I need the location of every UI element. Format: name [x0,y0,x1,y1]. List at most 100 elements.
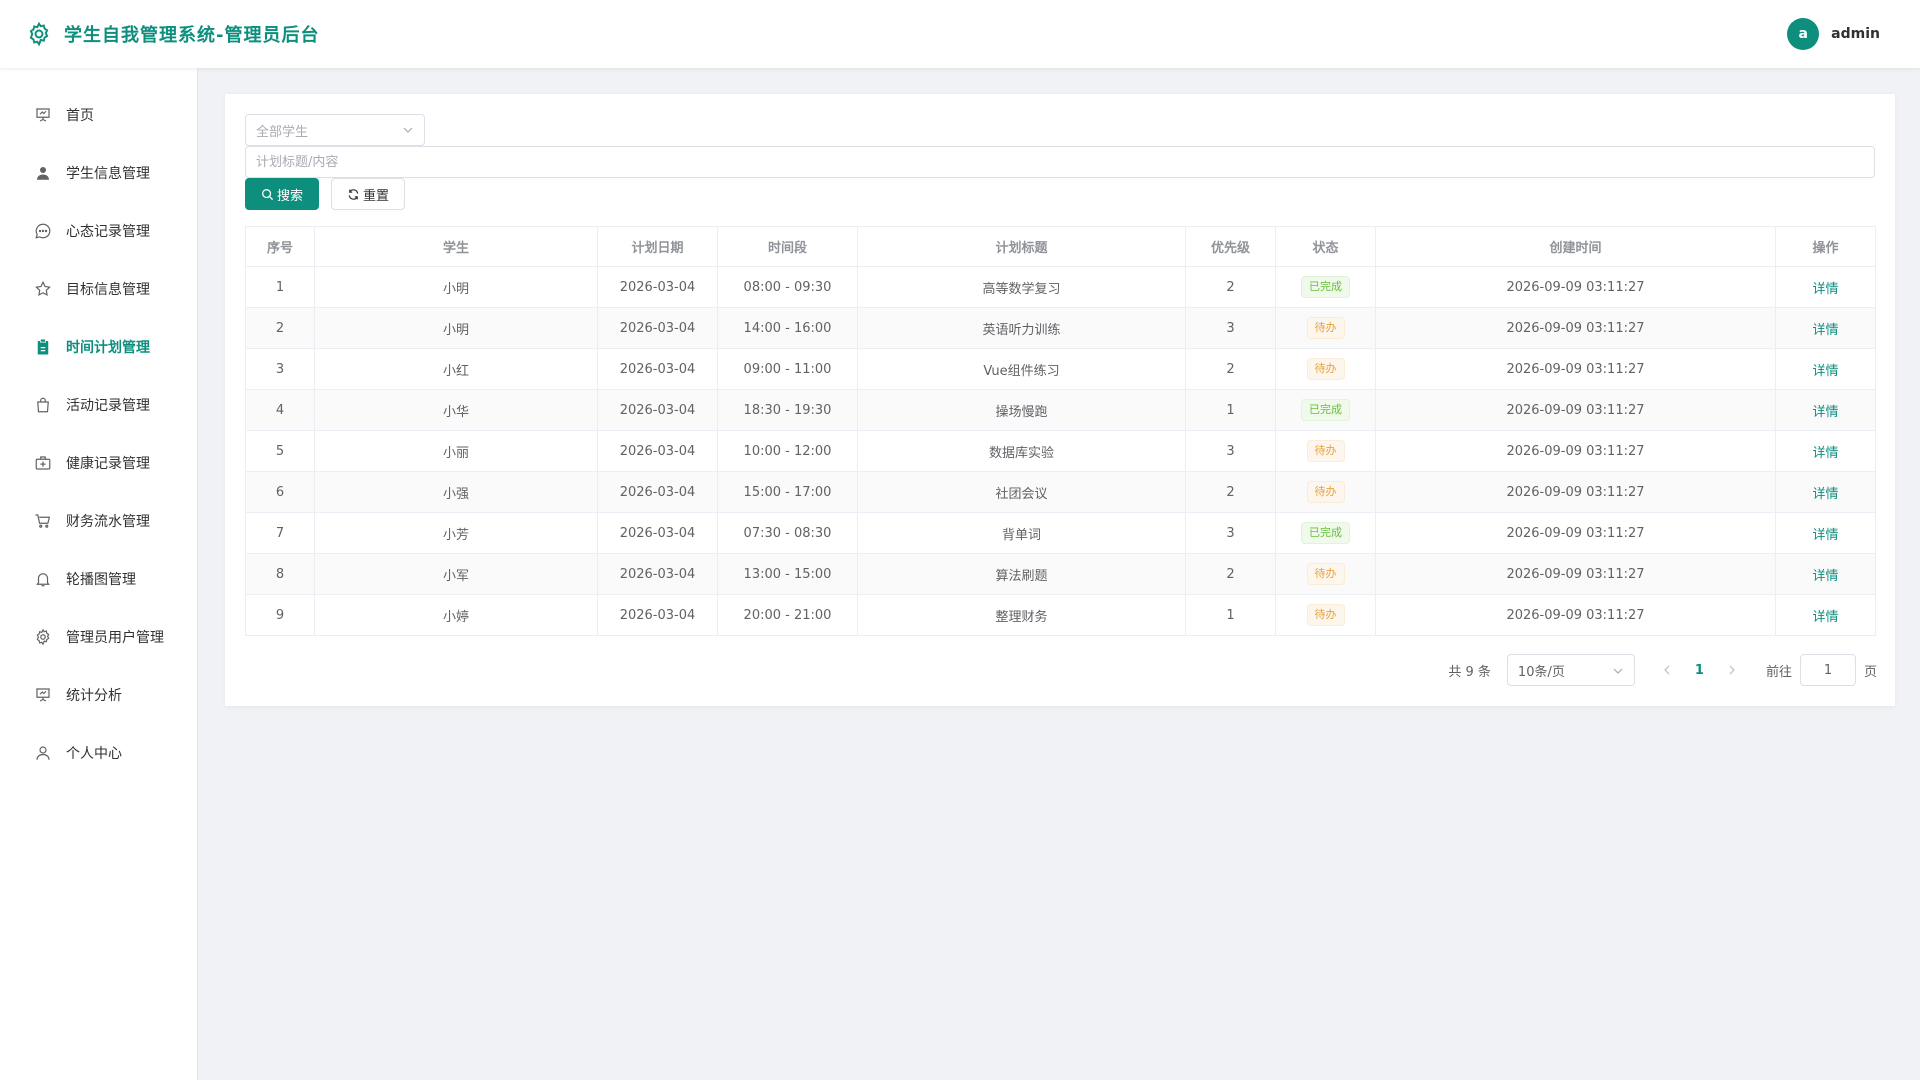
status-badge: 已完成 [1301,522,1350,544]
cell-index: 7 [245,512,315,554]
cell-index: 2 [245,307,315,349]
detail-link[interactable]: 详情 [1812,364,1838,379]
detail-link[interactable]: 详情 [1812,405,1838,420]
cell-status: 待办 [1275,594,1376,636]
cell-status: 待办 [1275,553,1376,595]
sidebar-item-label: 活动记录管理 [66,398,150,414]
cell-student: 小华 [314,389,598,431]
sidebar-item-label: 健康记录管理 [66,456,150,472]
clipboard-icon [37,339,49,355]
cell-status: 待办 [1275,471,1376,513]
sidebar-item-label: 首页 [66,108,94,124]
detail-link[interactable]: 详情 [1812,610,1838,625]
sidebar-item-profile[interactable]: 个人中心 [0,724,197,782]
sidebar-item-finance[interactable]: 财务流水管理 [0,492,197,550]
column-header: 计划标题 [857,226,1186,267]
username[interactable]: admin [1831,26,1880,42]
cell-date: 2026-03-04 [597,266,718,308]
cell-student: 小芳 [314,512,598,554]
cell-date: 2026-03-04 [597,389,718,431]
cell-status: 待办 [1275,307,1376,349]
cell-student: 小明 [314,266,598,308]
sidebar-item-students[interactable]: 学生信息管理 [0,144,197,202]
page-size-value: 10条/页 [1517,664,1565,680]
gear-logo-icon [29,21,49,47]
table-row: 1 小明 2026-03-04 08:00 - 09:30 高等数学复习 2 已… [245,266,1876,308]
cell-date: 2026-03-04 [597,594,718,636]
sidebar-item-label: 财务流水管理 [66,514,150,530]
cell-priority: 2 [1185,471,1276,513]
status-badge: 待办 [1306,358,1345,380]
sidebar-item-goals[interactable]: 目标信息管理 [0,260,197,318]
page-size-select[interactable]: 10条/页 [1506,654,1635,686]
keyword-input[interactable] [245,146,1875,178]
status-badge: 已完成 [1301,399,1350,421]
cell-student: 小明 [314,307,598,349]
avatar[interactable]: a [1787,18,1820,50]
column-header: 优先级 [1185,226,1276,267]
presentation-chart-icon [36,688,50,702]
sidebar-item-admin-users[interactable]: 管理员用户管理 [0,608,197,666]
goto-page-input[interactable] [1799,654,1856,686]
cell-created: 2026-09-09 03:11:27 [1375,266,1776,308]
cell-created: 2026-09-09 03:11:27 [1375,594,1776,636]
cell-index: 8 [245,553,315,595]
detail-link[interactable]: 详情 [1812,282,1838,297]
chevron-left-icon[interactable] [1661,664,1673,676]
shopping-cart-icon [35,514,51,528]
column-header: 序号 [245,226,315,267]
table-row: 7 小芳 2026-03-04 07:30 - 08:30 背单词 3 已完成 … [245,512,1876,554]
detail-link[interactable]: 详情 [1812,569,1838,584]
page-number-current[interactable]: 1 [1695,663,1704,678]
sidebar-item-mood[interactable]: 心态记录管理 [0,202,197,260]
star-icon [35,280,51,297]
cell-created: 2026-09-09 03:11:27 [1375,471,1776,513]
user-menu[interactable]: a admin [1787,18,1894,50]
cell-student: 小丽 [314,430,598,472]
column-header: 操作 [1775,226,1876,267]
search-icon [262,188,274,200]
sidebar-item-carousel[interactable]: 轮播图管理 [0,550,197,608]
search-button[interactable]: 搜索 [245,178,319,210]
sidebar-item-statistics[interactable]: 统计分析 [0,666,197,724]
table-row: 9 小婷 2026-03-04 20:00 - 21:00 整理财务 1 待办 … [245,594,1876,636]
cell-index: 3 [245,348,315,390]
cell-title: 整理财务 [857,594,1186,636]
cell-date: 2026-03-04 [597,471,718,513]
sidebar-item-health[interactable]: 健康记录管理 [0,434,197,492]
cell-action: 详情 [1775,430,1876,472]
cell-priority: 3 [1185,307,1276,349]
refresh-icon [348,188,359,200]
detail-link[interactable]: 详情 [1812,487,1838,502]
detail-link[interactable]: 详情 [1812,323,1838,338]
cell-index: 9 [245,594,315,636]
cell-time: 13:00 - 15:00 [717,553,858,595]
sidebar-item-home[interactable]: 首页 [0,86,197,144]
student-select[interactable]: 全部学生 [245,114,425,146]
sidebar-item-label: 轮播图管理 [66,572,136,588]
detail-link[interactable]: 详情 [1812,528,1838,543]
search-button-label: 搜索 [276,188,303,204]
cell-created: 2026-09-09 03:11:27 [1375,512,1776,554]
sidebar-item-label: 学生信息管理 [66,166,150,182]
cell-action: 详情 [1775,266,1876,308]
sidebar-item-activities[interactable]: 活动记录管理 [0,376,197,434]
goto-prefix: 前往 [1765,664,1792,680]
cell-created: 2026-09-09 03:11:27 [1375,430,1776,472]
reset-button[interactable]: 重置 [331,178,405,210]
sidebar-item-time-plan[interactable]: 时间计划管理 [0,318,197,376]
sidebar-item-label: 统计分析 [66,688,122,704]
cell-title: Vue组件练习 [857,348,1186,390]
cell-status: 待办 [1275,430,1376,472]
cell-time: 14:00 - 16:00 [717,307,858,349]
cell-date: 2026-03-04 [597,307,718,349]
cell-created: 2026-09-09 03:11:27 [1375,553,1776,595]
bell-icon [36,573,50,587]
sidebar-item-label: 管理员用户管理 [66,630,164,646]
cell-time: 10:00 - 12:00 [717,430,858,472]
detail-link[interactable]: 详情 [1812,446,1838,461]
chevron-right-icon[interactable] [1726,664,1738,676]
cell-status: 待办 [1275,348,1376,390]
pagination-total: 共 9 条 [1448,664,1491,680]
gear-icon [36,628,50,646]
